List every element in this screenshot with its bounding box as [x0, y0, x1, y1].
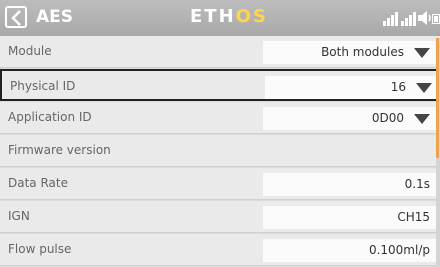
module-value: Both modules [321, 45, 404, 59]
back-arrow-icon [11, 10, 21, 26]
module-label: Module [8, 44, 52, 58]
data-rate-label: Data Rate [8, 176, 68, 190]
data-rate-input[interactable]: 0.1s [263, 173, 436, 196]
signal-bars-icon [401, 10, 417, 30]
physical-id-label: Physical ID [10, 79, 76, 93]
ign-label: IGN [8, 209, 30, 223]
row-ign: IGN CH15 [0, 201, 440, 233]
module-select[interactable]: Both modules [263, 41, 436, 64]
application-id-value: 0D00 [371, 111, 404, 125]
row-flow-pulse: Flow pulse 0.100ml/p [0, 234, 440, 266]
flow-pulse-label: Flow pulse [8, 242, 72, 256]
logo-accent: OS [235, 6, 268, 27]
row-data-rate: Data Rate 0.1s [0, 168, 440, 200]
application-id-label: Application ID [8, 110, 92, 124]
physical-id-select[interactable]: 16 [265, 76, 438, 99]
row-physical-id: Physical ID 16 [0, 69, 440, 101]
scrollbar-thumb[interactable] [436, 38, 439, 158]
logo-main: ETH [190, 6, 236, 27]
dropdown-arrow-icon [414, 48, 430, 58]
battery-icon [432, 10, 440, 30]
data-rate-value: 0.1s [404, 177, 430, 191]
ethos-logo: ETHOS [190, 6, 268, 27]
row-module: Module Both modules [0, 36, 440, 68]
volume-icon [418, 10, 432, 30]
row-application-id: Application ID 0D00 [0, 102, 440, 134]
ign-input[interactable]: CH15 [263, 206, 436, 229]
ign-value: CH15 [397, 210, 430, 224]
dropdown-arrow-icon [414, 114, 430, 124]
dropdown-arrow-icon [416, 83, 432, 93]
application-id-select[interactable]: 0D00 [263, 107, 436, 130]
top-bar: AES ETHOS [0, 0, 440, 36]
back-button[interactable] [5, 6, 27, 28]
flow-pulse-value: 0.100ml/p [368, 243, 430, 257]
firmware-version-label: Firmware version [8, 143, 111, 157]
page-title: AES [36, 7, 74, 27]
row-firmware-version: Firmware version [0, 135, 440, 167]
flow-pulse-input[interactable]: 0.100ml/p [263, 239, 436, 262]
physical-id-value: 16 [390, 80, 406, 94]
rssi-icon [383, 10, 399, 30]
